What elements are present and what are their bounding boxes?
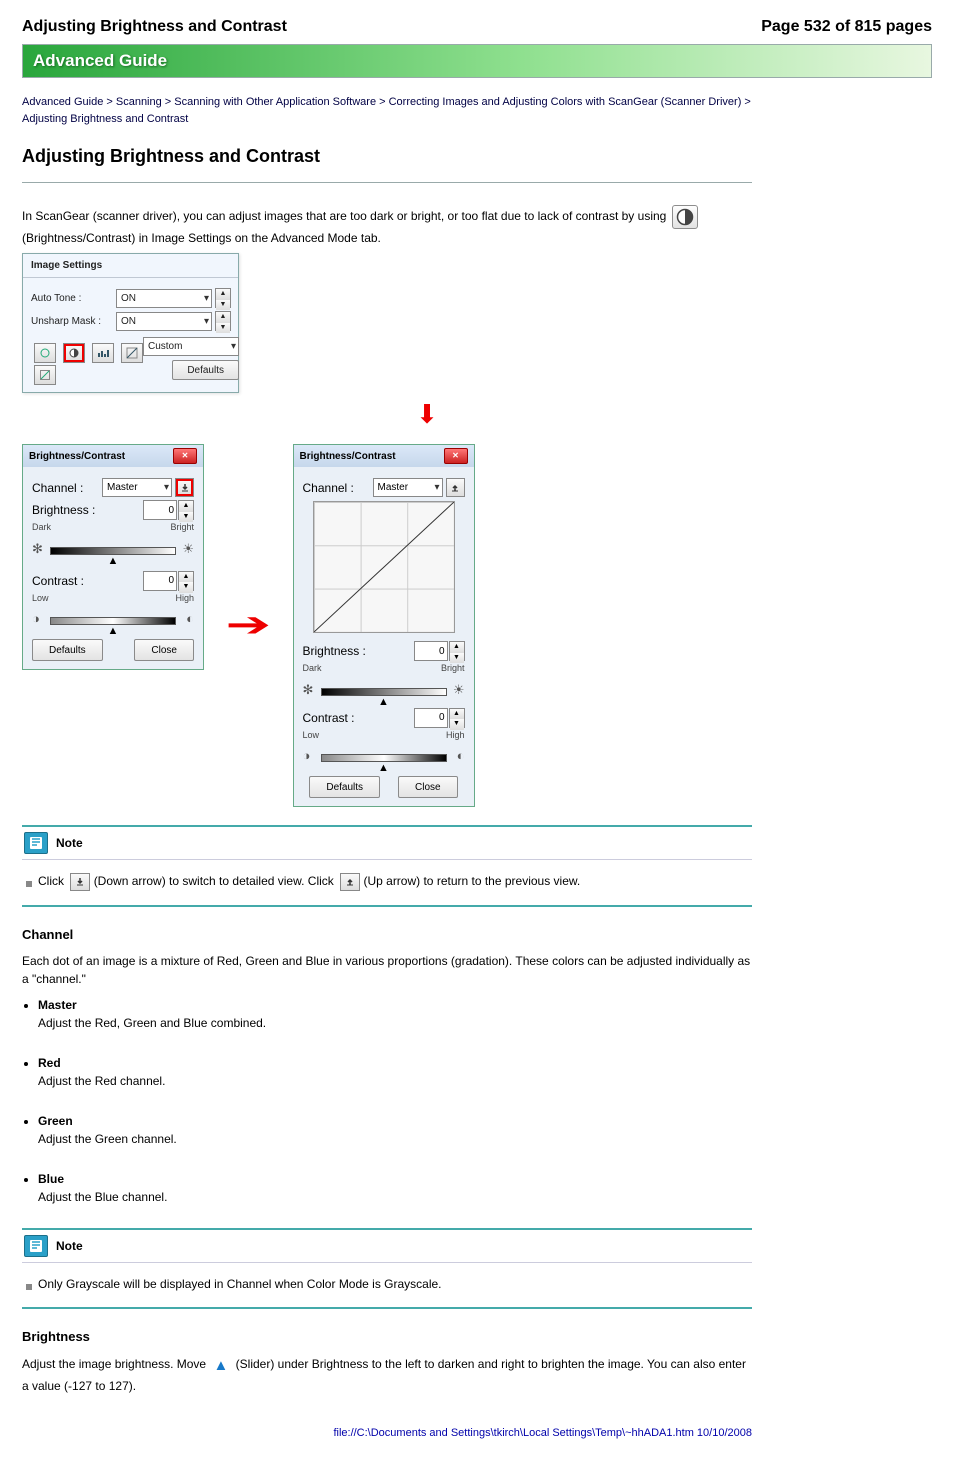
- brightness-spinner[interactable]: ▲▼: [143, 500, 194, 520]
- contrast-label-2: Contrast :: [303, 709, 355, 727]
- dialog-defaults-button[interactable]: Defaults: [32, 639, 103, 661]
- auto-tone-select[interactable]: ON: [116, 289, 212, 308]
- expand-view-button[interactable]: [175, 478, 194, 497]
- dialog-close-button-4[interactable]: Close: [398, 776, 458, 798]
- dialog-defaults-button-2[interactable]: Defaults: [309, 776, 380, 798]
- brightness-label-2: Brightness :: [303, 642, 366, 660]
- up-arrow-icon: [340, 873, 360, 891]
- brightness-spinner-2[interactable]: ▲▼: [414, 641, 465, 661]
- brightness-label: Brightness :: [32, 501, 95, 519]
- image-settings-panel: Image Settings Auto Tone : ON ▲▼ Unsharp…: [22, 253, 239, 393]
- final-review-tool-icon[interactable]: [34, 365, 56, 385]
- note-heading: Note: [56, 834, 83, 852]
- note-box-1: Note Click (Down arrow) to switch to det…: [22, 825, 752, 907]
- note1-text: Click (Down arrow) to switch to detailed…: [38, 872, 580, 891]
- contrast-slider-2[interactable]: ◑◐▲: [303, 746, 465, 764]
- slider-thumb-icon: ▲: [213, 1357, 228, 1374]
- contrast-slider[interactable]: ◑◐▲: [32, 609, 194, 627]
- doc-footer: file://C:\Documents and Settings\tkirch\…: [22, 1425, 752, 1442]
- brightness-contrast-tool-icon[interactable]: [63, 343, 85, 363]
- tone-graph: [313, 501, 455, 633]
- note-heading-2: Note: [56, 1237, 83, 1255]
- contrast-spinner-2[interactable]: ▲▼: [414, 708, 465, 728]
- note-box-2: Note Only Grayscale will be displayed in…: [22, 1228, 752, 1309]
- note-icon: [24, 1235, 48, 1257]
- saturation-tool-icon[interactable]: [34, 343, 56, 363]
- guide-banner-text: Advanced Guide: [33, 51, 167, 71]
- channel-select-2[interactable]: Master: [373, 478, 443, 497]
- brightness-slider-2[interactable]: ✻☀▲: [303, 680, 465, 698]
- contrast-label: Contrast :: [32, 572, 84, 590]
- channel-select[interactable]: Master: [102, 478, 172, 497]
- unsharp-select[interactable]: ON: [116, 312, 212, 331]
- dialog-close-button-2[interactable]: Close: [134, 639, 194, 661]
- bullet-icon: [26, 881, 32, 887]
- brightness-section-desc: Adjust the image brightness. Move ▲ (Sli…: [22, 1355, 752, 1396]
- channel-label: Channel :: [32, 479, 83, 497]
- down-arrow-icon: [70, 873, 90, 891]
- brightness-contrast-dialog-detailed: Brightness/Contrast ✕ Channel : Master: [293, 444, 475, 807]
- histogram-tool-icon[interactable]: [92, 343, 114, 363]
- note2-text: Only Grayscale will be displayed in Chan…: [38, 1275, 442, 1293]
- list-item: RedAdjust the Red channel.: [38, 1054, 752, 1090]
- dialog-close-button[interactable]: ✕: [173, 448, 197, 464]
- contrast-spinner[interactable]: ▲▼: [143, 571, 194, 591]
- channel-section-title: Channel: [22, 925, 752, 945]
- doc-title: Adjusting Brightness and Contrast: [22, 18, 287, 36]
- red-arrow-right-icon: ➔: [225, 600, 271, 651]
- bullet-icon: [26, 1284, 32, 1290]
- intro-text: In ScanGear (scanner driver), you can ad…: [22, 205, 752, 247]
- brightness-contrast-icon: [672, 205, 698, 229]
- brightness-slider[interactable]: ✻☀▲: [32, 539, 194, 557]
- custom-select[interactable]: Custom: [143, 337, 239, 356]
- image-settings-title: Image Settings: [23, 254, 238, 278]
- list-item: GreenAdjust the Green channel.: [38, 1112, 752, 1148]
- page-number: Page 532 of 815 pages: [761, 18, 932, 36]
- channel-section-desc: Each dot of an image is a mixture of Red…: [22, 952, 752, 988]
- brightness-contrast-dialog-simple: Brightness/Contrast ✕ Channel : Master B…: [22, 444, 204, 670]
- collapse-view-button[interactable]: [446, 478, 465, 497]
- note-icon: [24, 832, 48, 854]
- dialog-title: Brightness/Contrast: [29, 449, 125, 464]
- channel-label-2: Channel :: [303, 479, 354, 497]
- guide-banner: Advanced Guide: [22, 44, 932, 78]
- channel-list: MasterAdjust the Red, Green and Blue com…: [38, 996, 752, 1206]
- tone-curve-tool-icon[interactable]: [121, 343, 143, 363]
- auto-tone-label: Auto Tone :: [31, 291, 116, 306]
- list-item: BlueAdjust the Blue channel.: [38, 1170, 752, 1206]
- image-settings-defaults-button[interactable]: Defaults: [172, 360, 239, 380]
- list-item: MasterAdjust the Red, Green and Blue com…: [38, 996, 752, 1032]
- dialog-close-button-3[interactable]: ✕: [444, 448, 468, 464]
- breadcrumb: Advanced Guide > Scanning > Scanning wit…: [22, 94, 752, 127]
- red-arrow-down-icon: ⬇: [102, 395, 752, 434]
- dialog-title-2: Brightness/Contrast: [300, 449, 396, 464]
- brightness-section-title: Brightness: [22, 1327, 752, 1347]
- page-title: Adjusting Brightness and Contrast: [22, 143, 752, 170]
- unsharp-label: Unsharp Mask :: [31, 314, 116, 329]
